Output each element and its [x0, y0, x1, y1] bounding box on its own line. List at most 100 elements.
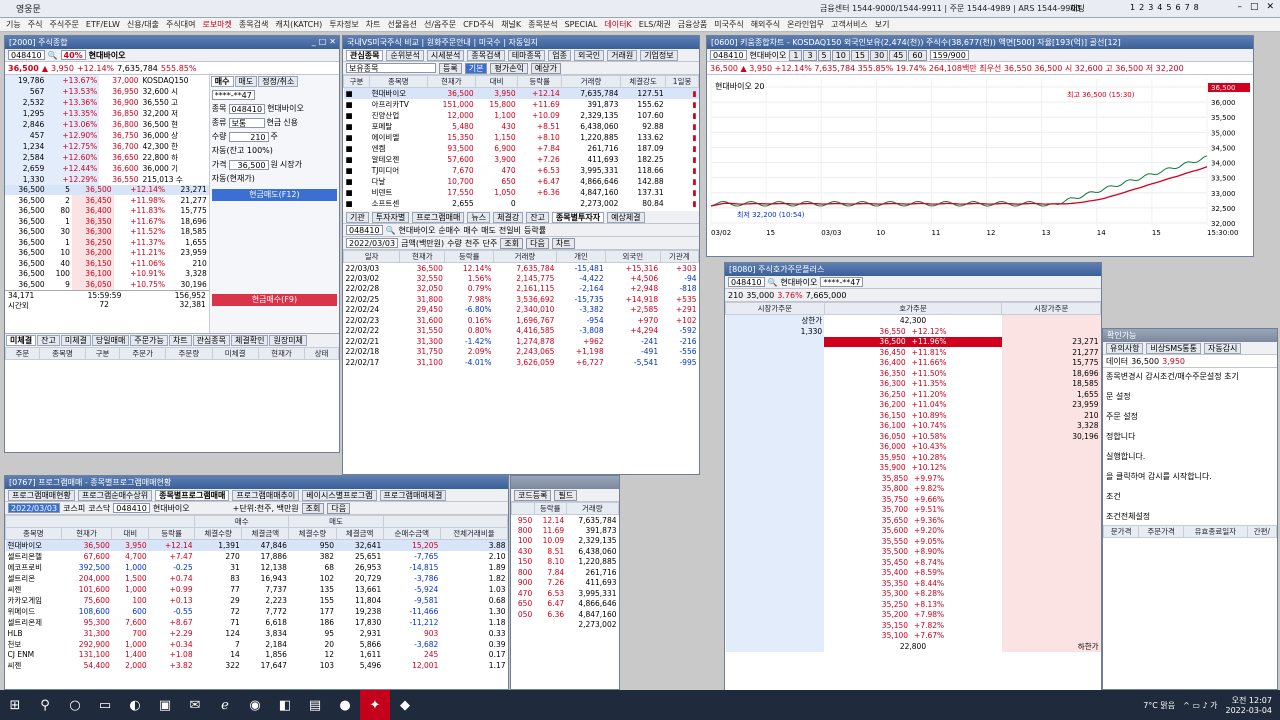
column-header[interactable]: 등락률	[533, 502, 567, 515]
column-header[interactable]: 현재가	[426, 75, 477, 88]
radio-buy[interactable]: 매수	[463, 225, 478, 236]
table-row[interactable]: 위메이드 108,600 600 -0.55 72 7,772 177 19,238 -11,4…	[6, 606, 508, 617]
order-code-input[interactable]: 048410	[228, 103, 266, 114]
price-input[interactable]: 36,500	[228, 159, 269, 170]
column-header[interactable]: 체결수량	[194, 527, 243, 540]
menu-item[interactable]: 종목검색	[239, 19, 268, 30]
radio-amount[interactable]: 금액(백만원)	[401, 238, 444, 249]
buy-cash-button[interactable]: 현금매수(F9)	[211, 294, 337, 306]
hoga-row[interactable]: 36,300 +11.35% 18,585	[725, 378, 1101, 389]
hoga-account-input[interactable]: ****-**47	[820, 277, 864, 287]
hoga-row[interactable]: 36,100 +10.74% 3,328	[725, 420, 1101, 431]
investor-code-input[interactable]: 048410	[346, 225, 383, 235]
hoga-row[interactable]: 35,150 +7.82%	[725, 620, 1101, 631]
menu-item[interactable]: 선/옵주문	[424, 19, 456, 30]
expected-price-button[interactable]: 예상가	[530, 62, 562, 74]
column-header[interactable]: 순매수금액	[382, 527, 441, 540]
table-row[interactable]: 22/02/18 31,750 2.09% 2,243,065 +1,198 -491 -5…	[344, 347, 699, 358]
table-row[interactable]: 900 7.26 411,693	[512, 578, 619, 589]
hoga-row[interactable]: 35,250 +8.13%	[725, 599, 1101, 610]
cortana-icon[interactable]: ○	[60, 690, 90, 720]
column-header[interactable]: 등락률	[444, 250, 495, 263]
bottom-tab[interactable]: 잔고	[37, 335, 60, 346]
column-header[interactable]: 체결금액	[241, 527, 290, 540]
table-row[interactable]: 천보 292,900 1,000 +0.34 7 2,184 20 5,866 -3,682 0.…	[6, 639, 508, 650]
column-header[interactable]: 유효종료일자	[1183, 525, 1248, 538]
recorder-icon[interactable]: ●	[330, 690, 360, 720]
bottom-tab[interactable]: 차트	[168, 335, 192, 346]
column-header[interactable]: 체결금액	[335, 527, 384, 540]
column-header[interactable]: 체결수량	[288, 527, 337, 540]
windows-start-icon[interactable]: ⊞	[0, 690, 30, 720]
bid-row[interactable]: 36,500 1 36,350 +11.67% 18,696	[5, 216, 209, 227]
clock[interactable]: 오전 12:07 2022-03-04	[1226, 695, 1273, 715]
investor-tab[interactable]: 잔고	[526, 211, 549, 223]
radio-rate[interactable]: 등락률	[524, 225, 546, 236]
ask-row[interactable]: 567 +13.53% 36,950 32,600 시	[5, 85, 209, 97]
menu-item[interactable]: 미국주식	[714, 19, 743, 30]
hoga-row[interactable]: 35,200 +7.98%	[725, 609, 1101, 620]
search-icon[interactable]: 🔍	[768, 278, 778, 287]
column-header[interactable]: 거래량	[565, 502, 619, 515]
column-header[interactable]: 문가격	[1103, 525, 1140, 538]
table-row[interactable]: 050 6.36 4,847,160	[512, 609, 619, 620]
period-button[interactable]: 15	[850, 49, 870, 61]
menu-item[interactable]: 고객서비스	[831, 19, 868, 30]
page-6[interactable]: 6	[1175, 3, 1180, 12]
tray-icons[interactable]: ^ ▭ ♪ 가	[1183, 700, 1217, 711]
market-price-checkbox[interactable]: 시장가	[280, 159, 302, 170]
column-header[interactable]: 거래량	[493, 250, 557, 263]
column-header[interactable]: 시장가주문	[725, 302, 825, 315]
column-header[interactable]: 구분	[85, 347, 120, 360]
next-button[interactable]: 다음	[526, 237, 549, 249]
stock-code-input[interactable]: 048410	[8, 50, 45, 60]
column-header[interactable]: 미체결	[211, 347, 259, 360]
table-row[interactable]: ■ 에이비엘 15,350 1,150 +8.10 1,220,885 133.62 ▮	[344, 132, 699, 143]
program-date-input[interactable]: 2022/03/03	[8, 503, 61, 513]
table-row[interactable]: HLB 31,300 700 +2.29 124 3,834 95 2,931 903 0.33	[6, 628, 508, 639]
maximize-icon[interactable]: □	[319, 37, 327, 46]
period-button[interactable]: 1	[789, 49, 803, 61]
table-row[interactable]: 씨젠 54,400 2,000 +3.82 322 17,647 103 5,496 12,00…	[6, 660, 508, 671]
menu-item[interactable]: 금융상품	[678, 19, 707, 30]
table-row[interactable]: 씨젠 101,600 1,000 +0.99 77 7,737 135 13,661 -5,92…	[6, 584, 508, 595]
table-row[interactable]: ■ 엔켐 93,500 6,900 +7.84 261,716 187.09 ▮	[344, 143, 699, 154]
table-row[interactable]: 셀트리온 204,000 1,500 +0.74 83 16,943 102 20,729 -3…	[6, 573, 508, 584]
program-tab[interactable]: 종목별프로그램매매	[155, 489, 230, 501]
period-button[interactable]: 30	[870, 49, 889, 61]
price-chart[interactable]: 36,500 36,000 35,500 35,000 34,500 34,000 33,5…	[707, 75, 1254, 243]
search-icon[interactable]: 🔍	[48, 51, 58, 60]
order-tab[interactable]: 매도	[234, 76, 258, 87]
auto-qty-checkbox[interactable]: 자동(잔고 100%)	[212, 145, 337, 156]
menu-item[interactable]: 해외주식	[751, 19, 780, 30]
hoga-row[interactable]: 35,800 +9.82%	[725, 483, 1101, 494]
menu-item[interactable]: 주식주문	[49, 19, 78, 30]
menu-item[interactable]: 기능	[6, 19, 21, 30]
column-header[interactable]: 거래량	[561, 75, 621, 88]
table-row[interactable]: 현대바이오 36,500 3,950 +12.14 1,391 47,846 950 32,6…	[5, 539, 508, 551]
table-row[interactable]: 150 8.10 1,220,885	[512, 557, 619, 568]
menu-item[interactable]: 주식대여	[166, 19, 195, 30]
hoga-row[interactable]: 35,850 +9.97%	[725, 473, 1101, 484]
minimize-icon[interactable]: –	[1237, 2, 1242, 12]
table-row[interactable]: 430 8.51 6,438,060	[512, 546, 619, 557]
ask-row[interactable]: 2,584 +12.60% 36,650 22,800 하	[5, 151, 209, 163]
investor-tab[interactable]: 종목별투자자	[551, 211, 605, 223]
investor-tab[interactable]: 예상체결	[607, 211, 645, 223]
investor-tab[interactable]: 투자자별	[371, 211, 410, 223]
table-row[interactable]: 셀트리온제 95,300 7,600 +8.67 71 6,618 186 17,830 -11…	[6, 617, 508, 628]
ask-row[interactable]: 19,786 +13.67% 37,000 KOSDAQ150	[5, 75, 209, 86]
column-header[interactable]: 대비	[111, 527, 150, 540]
hoga-row[interactable]: 35,650 +9.36%	[725, 515, 1101, 526]
bid-row[interactable]: 36,500 40 36,150 +11.06% 210	[5, 258, 209, 269]
column-header[interactable]: 시장가주문	[1001, 302, 1101, 315]
auto-price-checkbox[interactable]: 자동(현재가)	[212, 173, 337, 184]
interest-tab[interactable]: 기업정보	[640, 49, 678, 61]
hoga-row[interactable]: 36,450 +11.81% 21,277	[725, 347, 1101, 358]
edge-icon[interactable]: ◐	[120, 690, 150, 720]
program-tab[interactable]: 프로그램순매수상위	[77, 489, 153, 501]
investor-tab[interactable]: 체결강	[493, 211, 524, 223]
bid-row[interactable]: 36,500 30 36,300 +11.52% 18,585	[5, 226, 209, 237]
hoga-row[interactable]: 35,300 +8.28%	[725, 588, 1101, 599]
radio-net-buy[interactable]: 순매수	[438, 225, 460, 236]
